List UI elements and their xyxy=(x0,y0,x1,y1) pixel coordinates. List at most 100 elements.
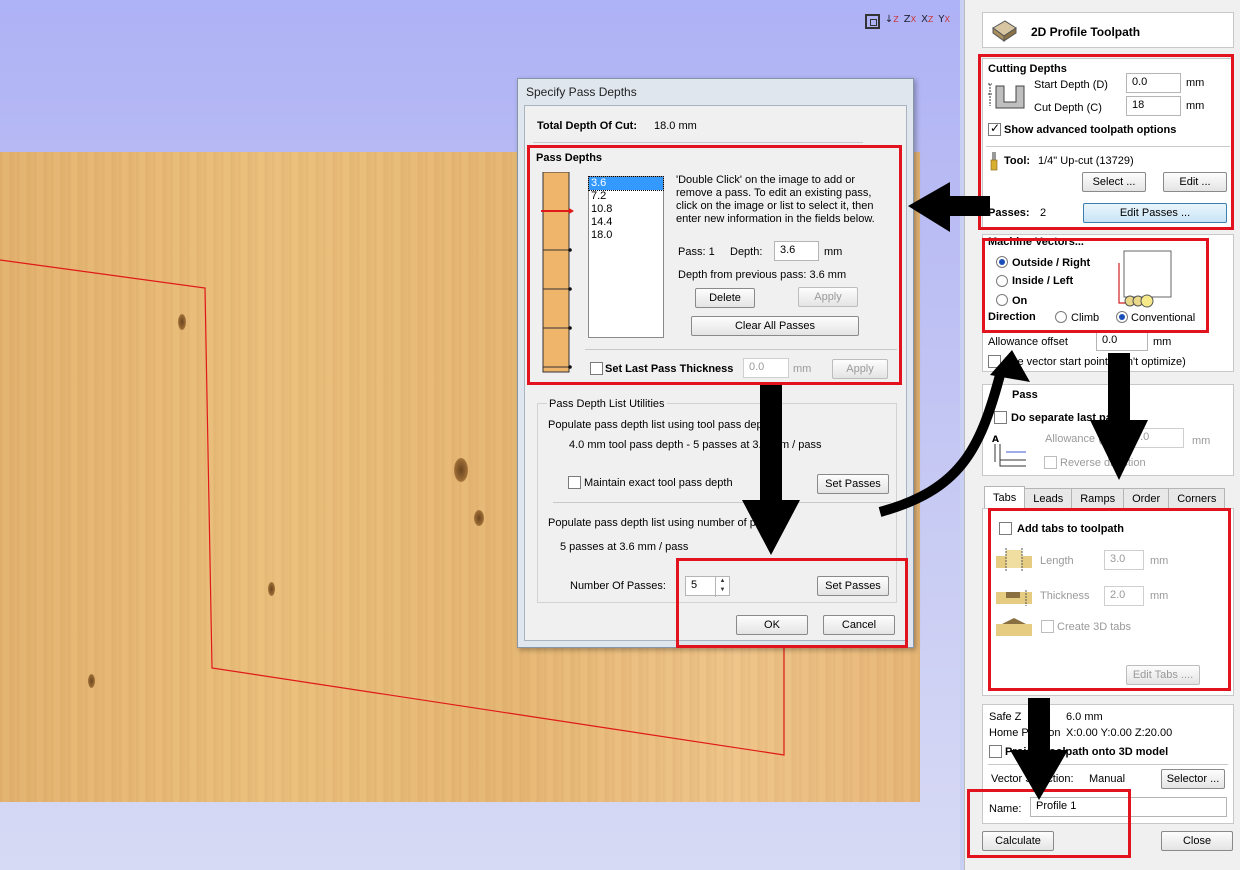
maintain-exact-depth-checkbox[interactable] xyxy=(568,476,581,489)
calculate-button[interactable]: Calculate xyxy=(982,831,1054,851)
reverse-direction-checkbox[interactable] xyxy=(1044,456,1057,469)
conventional-radio[interactable] xyxy=(1116,311,1128,323)
set-last-pass-label: Set Last Pass Thickness xyxy=(605,363,734,375)
add-tabs-checkbox[interactable] xyxy=(999,522,1012,535)
inside-left-label: Inside / Left xyxy=(1012,275,1074,287)
list-item[interactable]: 10.8 xyxy=(589,203,663,216)
number-of-passes-label: Number Of Passes: xyxy=(570,580,666,592)
close-button[interactable]: Close xyxy=(1161,831,1233,851)
specify-pass-depths-dialog: Specify Pass Depths Total Depth Of Cut: … xyxy=(517,78,914,648)
last-pass-allowance-input[interactable]: 0.0 xyxy=(1128,428,1184,448)
start-depth-input[interactable]: 0.0 xyxy=(1126,73,1181,93)
panel-header: 2D Profile Toolpath xyxy=(982,12,1234,48)
use-vector-start-checkbox[interactable] xyxy=(988,355,1001,368)
tab-order[interactable]: Order xyxy=(1123,488,1170,508)
delete-pass-button[interactable]: Delete xyxy=(695,288,755,308)
climb-radio[interactable] xyxy=(1055,311,1067,323)
outside-right-label: Outside / Right xyxy=(1012,257,1091,269)
tab-corners[interactable]: Corners xyxy=(1168,488,1226,508)
name-label: Name: xyxy=(989,803,1022,815)
cancel-button[interactable]: Cancel xyxy=(823,615,895,635)
selector-button[interactable]: Selector ... xyxy=(1161,769,1225,789)
create-3d-tabs-checkbox[interactable] xyxy=(1041,620,1054,633)
tab-tabs[interactable]: Tabs xyxy=(984,486,1026,508)
dialog-title: Specify Pass Depths xyxy=(526,85,637,99)
separate-last-pass-label: Do separate last pass xyxy=(1011,412,1125,424)
tab-thickness-label: Thickness xyxy=(1040,590,1090,602)
outside-right-radio[interactable] xyxy=(996,256,1008,268)
ok-button[interactable]: OK xyxy=(736,615,808,635)
show-advanced-checkbox[interactable] xyxy=(988,121,1001,136)
allowance-offset-unit: mm xyxy=(1153,336,1172,348)
safe-z-label: Safe Z xyxy=(989,711,1022,723)
project-toolpath-checkbox[interactable] xyxy=(989,745,1002,758)
tab-length-icon xyxy=(996,548,1032,572)
tool-label: Tool: xyxy=(1004,155,1031,167)
panel-title: 2D Profile Toolpath xyxy=(1031,25,1141,39)
tab-thickness-input[interactable]: 2.0 xyxy=(1104,586,1144,606)
machine-vectors-heading: Machine Vectors... xyxy=(988,236,1084,248)
tab-thickness-icon xyxy=(996,590,1032,606)
divider xyxy=(533,142,863,143)
set-passes-by-number-button[interactable]: Set Passes xyxy=(817,576,889,596)
divider xyxy=(585,349,897,350)
toolpath-name-input[interactable]: Profile 1 xyxy=(1030,797,1227,817)
pass-depth-list[interactable]: 3.6 7.2 10.8 14.4 18.0 xyxy=(588,176,664,338)
add-tabs-label: Add tabs to toolpath xyxy=(1017,523,1124,535)
number-of-passes-spinner[interactable]: ▲ ▼ xyxy=(715,577,729,597)
on-label: On xyxy=(1012,295,1028,307)
list-item[interactable]: 14.4 xyxy=(589,216,663,229)
tab-leads[interactable]: Leads xyxy=(1024,488,1073,508)
conventional-label: Conventional xyxy=(1131,312,1196,324)
set-passes-by-tool-button[interactable]: Set Passes xyxy=(817,474,889,494)
safe-z-value: 6.0 mm xyxy=(1066,711,1103,723)
use-vector-start-label: Use vector start point (don't optimize) xyxy=(1004,356,1186,368)
pass-number-label: Pass: 1 xyxy=(678,246,715,258)
allowance-offset-label: Allowance offset xyxy=(988,336,1068,348)
last-pass-thickness-input[interactable]: 0.0 xyxy=(743,358,789,378)
total-depth-value: 18.0 mm xyxy=(654,120,697,132)
vector-selection-value: Manual xyxy=(1089,773,1126,785)
clear-all-passes-button[interactable]: Clear All Passes xyxy=(691,316,859,336)
tab-thickness-unit: mm xyxy=(1150,590,1169,602)
machine-side-diagram-icon xyxy=(1118,250,1172,308)
show-advanced-label: Show advanced toolpath options xyxy=(1004,124,1177,136)
populate-by-number-label: Populate pass depth list using number of… xyxy=(548,517,785,529)
total-depth-label: Total Depth Of Cut: xyxy=(537,120,637,132)
edit-passes-button[interactable]: Edit Passes ... xyxy=(1083,203,1227,223)
tool-value: 1/4" Up-cut (13729) xyxy=(1038,155,1134,167)
options-tab-bar: Tabs Leads Ramps Order Corners xyxy=(984,486,1226,508)
pass-depth-image[interactable] xyxy=(541,172,577,374)
profile-toolpath-icon xyxy=(992,20,1017,42)
direction-label: Direction xyxy=(988,311,1036,323)
create-3d-tabs-label: Create 3D tabs xyxy=(1057,621,1131,633)
separate-last-pass-checkbox[interactable] xyxy=(994,411,1007,424)
pass-depths-heading: Pass Depths xyxy=(536,152,603,164)
on-radio[interactable] xyxy=(996,294,1008,306)
apply-pass-button[interactable]: Apply xyxy=(798,287,858,307)
inside-left-radio[interactable] xyxy=(996,275,1008,287)
edit-tool-button[interactable]: Edit ... xyxy=(1163,172,1227,192)
depth-from-previous: Depth from previous pass: 3.6 mm xyxy=(678,269,847,281)
set-last-pass-checkbox[interactable] xyxy=(590,362,603,375)
create-3d-tabs-icon xyxy=(996,618,1032,636)
pass-depth-input[interactable]: 3.6 xyxy=(774,241,819,261)
list-item[interactable]: 7.2 xyxy=(589,190,663,203)
passes-label: Passes: xyxy=(988,207,1030,219)
tab-length-unit: mm xyxy=(1150,555,1169,567)
list-item[interactable]: 18.0 xyxy=(589,229,663,242)
select-tool-button[interactable]: Select ... xyxy=(1082,172,1146,192)
tab-ramps[interactable]: Ramps xyxy=(1071,488,1125,508)
edit-tabs-button[interactable]: Edit Tabs .... xyxy=(1126,665,1200,685)
last-pass-apply-button[interactable]: Apply xyxy=(832,359,888,379)
last-pass-diagram-icon: A xyxy=(992,435,1026,467)
number-of-passes-input[interactable]: 5 ▲ ▼ xyxy=(685,576,730,597)
allowance-offset-input[interactable]: 0.0 xyxy=(1096,331,1148,351)
populate-by-tool-label: Populate pass depth list using tool pass… xyxy=(548,419,772,431)
list-item[interactable]: 3.6 xyxy=(588,176,664,191)
pass-depth-utilities-group xyxy=(537,403,897,603)
start-depth-label: Start Depth (D) xyxy=(1034,79,1108,91)
cut-depth-input[interactable]: 18 xyxy=(1126,96,1181,116)
start-depth-unit: mm xyxy=(1186,77,1205,89)
tab-length-input[interactable]: 3.0 xyxy=(1104,550,1144,570)
